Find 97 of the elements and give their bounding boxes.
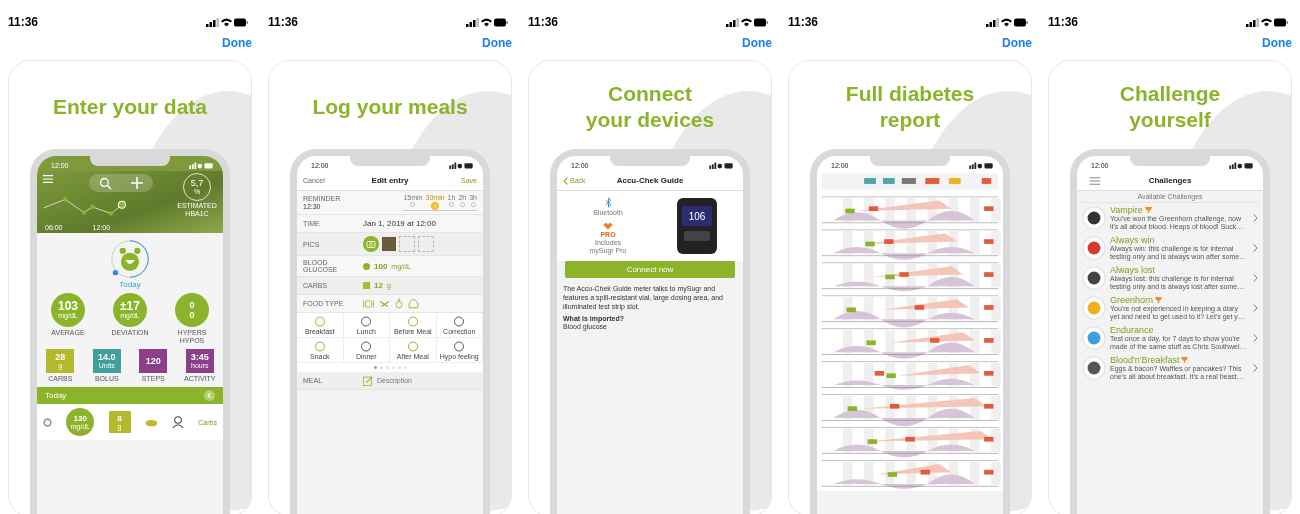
heart-icon bbox=[604, 223, 612, 230]
meal-tag-icon bbox=[453, 316, 466, 327]
challenge-name: Vampire bbox=[1110, 205, 1143, 215]
meter-buttons bbox=[684, 231, 710, 241]
glucose-dot-icon bbox=[363, 262, 370, 270]
timeline-node-icon bbox=[43, 417, 52, 427]
phone-status-icons bbox=[449, 161, 473, 169]
status-time: 11:36 bbox=[788, 15, 819, 29]
today-label: Today bbox=[119, 280, 141, 289]
stat-value: 103 bbox=[58, 300, 78, 312]
promo-title: Log your meals bbox=[312, 94, 468, 120]
chevron-left-icon bbox=[563, 176, 568, 185]
meal-tag-icon bbox=[453, 341, 466, 352]
back-chevron-icon[interactable] bbox=[204, 390, 215, 401]
search-icon[interactable] bbox=[98, 176, 112, 190]
done-link[interactable]: Done bbox=[482, 36, 512, 50]
meal-tag-icon bbox=[406, 341, 419, 352]
challenge-name: Always lost bbox=[1110, 265, 1155, 275]
promo-title: Connect your devices bbox=[585, 81, 715, 133]
status-time: 11:36 bbox=[268, 15, 299, 29]
status-icons bbox=[1246, 16, 1288, 28]
tile-value: 120 bbox=[145, 356, 161, 366]
slider-stop[interactable] bbox=[431, 202, 440, 210]
stat-value: 0 bbox=[189, 300, 195, 310]
time-value[interactable]: Jan 1, 2019 at 12:00 bbox=[363, 219, 436, 228]
slider-stop[interactable] bbox=[449, 202, 454, 207]
challenge-badge-icon bbox=[1082, 356, 1106, 380]
tile-value: 3:45 bbox=[190, 352, 209, 362]
promo-title: Full diabetes report bbox=[845, 81, 975, 133]
challenge-name: Blood'n'Breakfast bbox=[1110, 355, 1180, 365]
tile-value: 28 bbox=[55, 352, 66, 362]
challenge-name: Greenhorn bbox=[1110, 295, 1154, 305]
glucose-value: 130 bbox=[73, 413, 87, 423]
stat-value: 0 bbox=[189, 310, 195, 320]
page-dot[interactable] bbox=[373, 366, 377, 369]
challenge-name: Endurance bbox=[1110, 325, 1154, 335]
glucose-value: 100 bbox=[374, 261, 388, 271]
screen-title: Edit entry bbox=[371, 176, 409, 185]
meal-icon bbox=[144, 417, 158, 427]
chevron-right-icon bbox=[1253, 304, 1258, 312]
done-link[interactable]: Done bbox=[742, 36, 772, 50]
tile-value: 14.0 bbox=[98, 352, 116, 362]
challenge-name: Always win bbox=[1110, 235, 1155, 245]
empty-photo-slot[interactable] bbox=[418, 236, 434, 252]
status-icons bbox=[986, 16, 1028, 28]
stat-value: ±17 bbox=[120, 300, 140, 312]
status-time: 11:36 bbox=[1048, 15, 1079, 29]
hba1c-value: 5,7 bbox=[190, 178, 204, 188]
challenge-badge-icon bbox=[1082, 266, 1106, 290]
chevron-right-icon bbox=[1253, 364, 1258, 372]
status-time: 11:36 bbox=[8, 15, 39, 29]
phone-status-icons bbox=[1229, 161, 1253, 169]
menu-icon[interactable] bbox=[43, 175, 53, 183]
phone-status-icons bbox=[189, 161, 213, 169]
challenge-badge-icon bbox=[1082, 206, 1106, 230]
chevron-right-icon bbox=[1253, 244, 1258, 252]
empty-photo-slot[interactable] bbox=[399, 236, 415, 252]
chevron-right-icon bbox=[1253, 274, 1258, 282]
phone-status-icons bbox=[969, 161, 993, 169]
screen-title: Accu-Chek Guide bbox=[616, 176, 684, 185]
carbs-square-icon bbox=[363, 282, 370, 289]
meal-tag-icon bbox=[360, 316, 373, 327]
status-icons bbox=[466, 16, 508, 28]
chevron-right-icon bbox=[1253, 334, 1258, 342]
challenge-badge-icon bbox=[1082, 236, 1106, 260]
done-link[interactable]: Done bbox=[222, 36, 252, 50]
add-icon[interactable] bbox=[131, 177, 144, 189]
meal-tag-icon bbox=[313, 341, 326, 352]
meal-tag-icon bbox=[313, 316, 326, 327]
status-time: 11:36 bbox=[528, 15, 559, 29]
note-edit-icon bbox=[363, 375, 373, 386]
screen-title: Challenges bbox=[1148, 176, 1192, 185]
camera-icon[interactable] bbox=[363, 236, 379, 252]
challenge-badge-icon bbox=[1082, 296, 1106, 320]
promo-title: Challenge yourself bbox=[1119, 81, 1221, 133]
day-label: Today bbox=[45, 391, 67, 400]
monster-mascot-icon bbox=[110, 239, 150, 279]
chevron-right-icon bbox=[1253, 214, 1258, 222]
challenge-badge-icon bbox=[1082, 326, 1106, 350]
meal-tag-icon bbox=[360, 341, 373, 352]
photo-placeholder bbox=[382, 237, 396, 251]
status-icons bbox=[206, 16, 248, 28]
slider-stop[interactable] bbox=[410, 202, 416, 207]
carbs-value: 8 bbox=[117, 413, 122, 423]
slider-stop[interactable] bbox=[459, 202, 465, 207]
plate-icon[interactable] bbox=[363, 298, 374, 309]
person-icon bbox=[172, 416, 184, 428]
carbs-value: 12 bbox=[374, 281, 383, 290]
meter-reading: 106 bbox=[688, 210, 706, 222]
meal-tag-icon bbox=[406, 316, 419, 327]
done-link[interactable]: Done bbox=[1262, 36, 1292, 50]
done-link[interactable]: Done bbox=[1002, 36, 1032, 50]
bluetooth-icon bbox=[604, 197, 612, 208]
status-icons bbox=[726, 16, 768, 28]
slider-stop[interactable] bbox=[470, 202, 476, 207]
promo-title: Enter your data bbox=[52, 94, 207, 120]
phone-status-icons bbox=[709, 161, 733, 169]
